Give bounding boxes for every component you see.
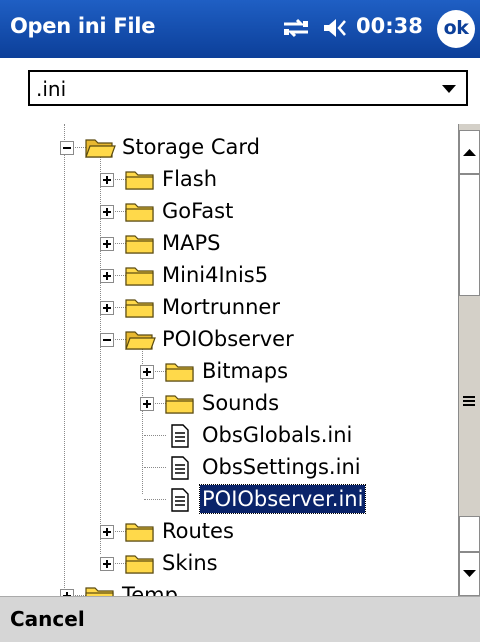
- scroll-down-button[interactable]: [459, 552, 480, 596]
- tree-item-label: Sounds: [202, 391, 280, 415]
- tree-item[interactable]: GoFast: [0, 196, 458, 226]
- tree-item[interactable]: POIObserver.ini: [0, 484, 458, 514]
- file-icon: [164, 423, 196, 449]
- speaker-icon[interactable]: [322, 16, 352, 40]
- collapse-icon[interactable]: [100, 333, 114, 347]
- folder-icon: [164, 391, 196, 417]
- tree-item-label: Routes: [162, 519, 234, 543]
- tree-item[interactable]: POIObserver: [0, 324, 458, 354]
- expand-icon[interactable]: [100, 301, 114, 315]
- scroll-track-upper[interactable]: [459, 174, 480, 296]
- tree-item-label: POIObserver.ini: [198, 484, 367, 514]
- tree-item[interactable]: Temp: [0, 580, 458, 596]
- tree-item-label: Flash: [162, 167, 218, 191]
- menu-bar: Cancel: [0, 596, 480, 642]
- expand-icon[interactable]: [100, 525, 114, 539]
- folder-icon: [124, 519, 156, 545]
- window-title: Open ini File: [10, 14, 156, 38]
- expand-icon[interactable]: [100, 557, 114, 571]
- connectivity-icon[interactable]: [281, 16, 311, 40]
- cancel-button[interactable]: Cancel: [10, 607, 85, 631]
- tree-item[interactable]: Storage Card: [0, 132, 458, 162]
- tree-item[interactable]: Flash: [0, 164, 458, 194]
- tree-item-label: ObsSettings.ini: [202, 455, 361, 479]
- tree-item[interactable]: MAPS: [0, 228, 458, 258]
- tree-item-label: GoFast: [162, 199, 234, 223]
- folder-icon: [124, 199, 156, 225]
- tree-item-label: Bitmaps: [202, 359, 289, 383]
- folder-icon: [124, 551, 156, 577]
- title-bar: Open ini File 00:38 ok: [0, 0, 480, 58]
- folder-open-icon: [84, 135, 116, 161]
- expand-icon[interactable]: [100, 237, 114, 251]
- scroll-up-button[interactable]: [459, 130, 480, 174]
- expand-icon[interactable]: [100, 173, 114, 187]
- file-icon: [164, 455, 196, 481]
- tree-item-label: POIObserver: [162, 327, 294, 351]
- folder-icon: [124, 263, 156, 289]
- tree-item[interactable]: Bitmaps: [0, 356, 458, 386]
- tree-connector: [144, 499, 166, 500]
- expand-icon[interactable]: [100, 205, 114, 219]
- tree-item-label: Mortrunner: [162, 295, 280, 319]
- tree-item-label: Temp: [122, 583, 178, 596]
- tree-connector: [144, 435, 166, 436]
- folder-icon: [124, 295, 156, 321]
- tree-item-label: Storage Card: [122, 135, 260, 159]
- file-icon: [164, 487, 196, 513]
- tree-item-label: Skins: [162, 551, 218, 575]
- expand-icon[interactable]: [140, 397, 154, 411]
- scroll-track-lower[interactable]: [459, 516, 480, 552]
- expand-icon[interactable]: [60, 589, 74, 596]
- tree-item[interactable]: ObsGlobals.ini: [0, 420, 458, 450]
- folder-icon: [84, 583, 116, 596]
- folder-open-icon: [124, 327, 156, 353]
- tree-item[interactable]: ObsSettings.ini: [0, 452, 458, 482]
- tree-item[interactable]: Sounds: [0, 388, 458, 418]
- chevron-down-icon[interactable]: [442, 85, 456, 93]
- folder-icon: [124, 167, 156, 193]
- clock[interactable]: 00:38: [356, 14, 423, 38]
- expand-icon[interactable]: [100, 269, 114, 283]
- tree-item[interactable]: Mini4Inis5: [0, 260, 458, 290]
- tree-item-label: Mini4Inis5: [162, 263, 269, 287]
- tree-item-label: ObsGlobals.ini: [202, 423, 353, 447]
- folder-icon: [124, 231, 156, 257]
- tree-item[interactable]: Mortrunner: [0, 292, 458, 322]
- file-type-dropdown[interactable]: .ini: [28, 70, 468, 106]
- tree-item-label: MAPS: [162, 231, 221, 255]
- expand-icon[interactable]: [140, 365, 154, 379]
- collapse-icon[interactable]: [60, 141, 74, 155]
- tree-item[interactable]: Routes: [0, 516, 458, 546]
- folder-icon: [164, 359, 196, 385]
- tree-connector: [144, 467, 166, 468]
- ok-button[interactable]: ok: [437, 10, 475, 48]
- folder-tree[interactable]: Storage Card Flash GoFast MAPS Mini4Inis5 Mor…: [0, 124, 458, 596]
- scroll-grip-icon: [463, 396, 475, 406]
- file-type-value: .ini: [36, 77, 67, 101]
- vertical-scrollbar[interactable]: [458, 124, 480, 596]
- tree-item[interactable]: Skins: [0, 548, 458, 578]
